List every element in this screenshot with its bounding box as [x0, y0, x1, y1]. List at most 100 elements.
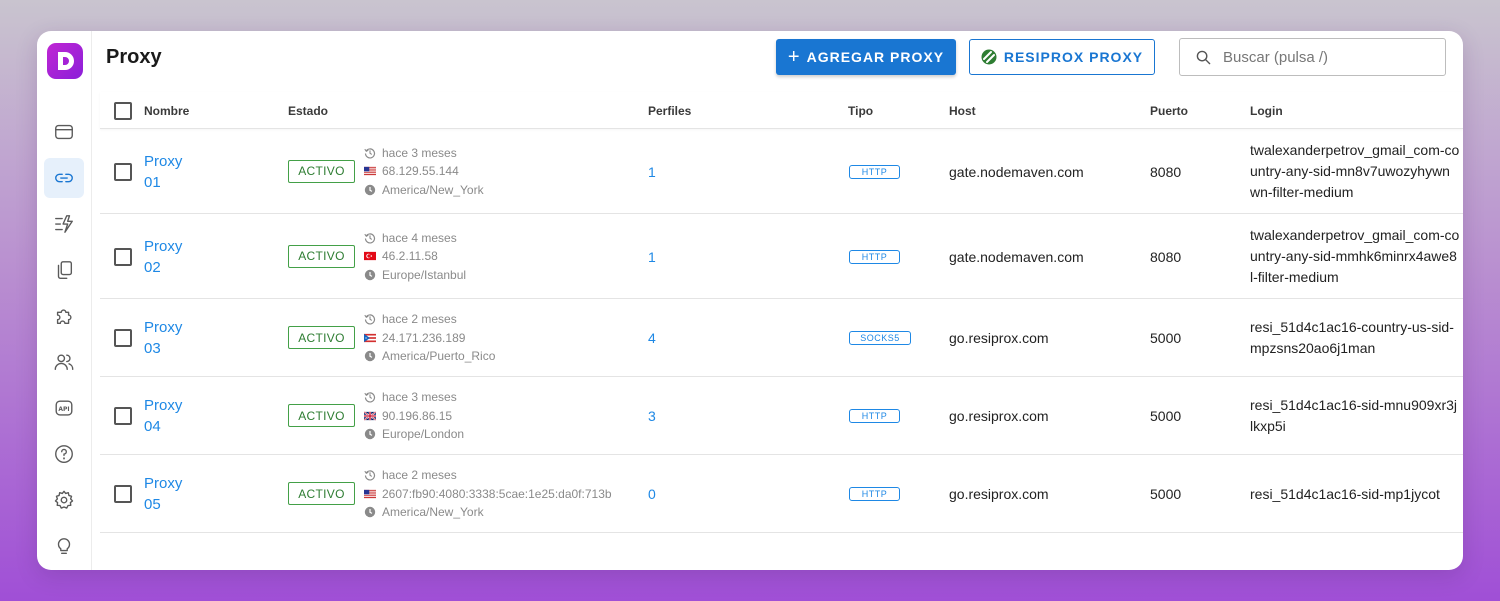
status-badge: ACTIVO — [288, 159, 355, 183]
ip-address: 2607:fb90:4080:3338:5cae:1e25:da0f:713b — [382, 486, 612, 501]
table-row[interactable]: Proxy 05 ACTIVO hace 2 meses 2607:fb90:4080:… — [100, 455, 1463, 533]
sidebar-item-copy[interactable] — [44, 250, 84, 290]
resiprox-proxy-button[interactable]: RESIPROX PROXY — [969, 39, 1155, 75]
clock-icon — [364, 429, 376, 440]
column-header-estado[interactable]: Estado — [288, 104, 328, 118]
column-header-login[interactable]: Login — [1250, 104, 1283, 118]
port-text: 5000 — [1150, 330, 1182, 346]
proxy-check-info: hace 3 meses 90.196.86.15 Europe/London — [364, 388, 464, 444]
timezone-text: America/Puerto_Rico — [382, 349, 496, 363]
port-text: 8080 — [1150, 248, 1182, 265]
search-input[interactable] — [1223, 48, 1423, 66]
login-text: resi_51d4c1ac16-sid-mp1jycot — [1250, 486, 1440, 502]
row-checkbox[interactable] — [114, 485, 132, 503]
timezone-text: America/New_York — [382, 182, 484, 197]
column-header-perfiles[interactable]: Perfiles — [648, 104, 691, 118]
page-title: Proxy — [106, 46, 162, 68]
proxy-name-link[interactable]: Proxy 05 — [144, 473, 182, 515]
automation-icon — [55, 215, 73, 233]
us-flag-icon — [364, 167, 376, 176]
host-text: go.resiprox.com — [949, 330, 1049, 346]
last-checked-text: hace 2 meses — [382, 312, 457, 326]
link-icon — [55, 173, 73, 183]
browser-window-icon — [55, 124, 73, 140]
column-header-puerto[interactable]: Puerto — [1150, 104, 1188, 118]
port-text: 5000 — [1150, 408, 1182, 424]
select-all-checkbox[interactable] — [114, 102, 132, 120]
puerto-rico-flag-icon — [364, 333, 376, 342]
proxy-type-badge: HTTP — [849, 409, 900, 423]
history-icon — [364, 233, 376, 244]
column-header-nombre[interactable]: Nombre — [144, 104, 189, 118]
table-row[interactable]: Proxy 02 ACTIVO hace 4 meses 46.2.11.58 Europ… — [100, 214, 1463, 299]
row-checkbox[interactable] — [114, 329, 132, 347]
uk-flag-icon — [364, 410, 376, 421]
login-text: resi_51d4c1ac16-country-us-sid-mpzsns20a… — [1250, 319, 1454, 356]
table-row[interactable]: Proxy 03 ACTIVO hace 2 meses 24.171.236.189 A… — [100, 299, 1463, 377]
settings-gear-icon — [54, 490, 74, 509]
profiles-count-link[interactable]: 1 — [648, 164, 656, 180]
sidebar-item-ideas[interactable] — [44, 526, 84, 566]
column-header-host[interactable]: Host — [949, 104, 976, 118]
status-badge: ACTIVO — [288, 404, 355, 427]
clock-icon — [364, 507, 376, 518]
proxy-name-link[interactable]: Proxy 02 — [144, 236, 182, 278]
proxy-check-info: hace 2 meses 24.171.236.189 America/Puerto… — [364, 310, 495, 366]
app-window: API Proxy + AGREGAR PROXY RESIPROX PROXY — [37, 31, 1463, 570]
proxy-name-line2: 02 — [144, 258, 161, 276]
profiles-count-link[interactable]: 0 — [648, 486, 656, 502]
proxy-name-line2: 03 — [144, 340, 161, 357]
sidebar-item-api[interactable]: API — [44, 388, 84, 428]
login-text: twalexanderpetrov_gmail_com-country-any-… — [1250, 142, 1460, 200]
history-icon — [364, 148, 376, 159]
table-row[interactable]: Proxy 04 ACTIVO hace 3 meses 90.196.86.15 Eur… — [100, 377, 1463, 455]
row-checkbox[interactable] — [114, 162, 132, 181]
app-logo[interactable] — [47, 43, 83, 79]
profiles-count-link[interactable]: 1 — [648, 249, 656, 265]
sidebar-item-team[interactable] — [44, 342, 84, 382]
sidebar-item-automation[interactable] — [44, 204, 84, 244]
clock-icon — [364, 184, 376, 195]
port-text: 8080 — [1150, 163, 1182, 180]
proxy-name-link[interactable]: Proxy 04 — [144, 395, 182, 437]
login-text: resi_51d4c1ac16-sid-mnu909xr3jlkxp5i — [1250, 397, 1458, 434]
sidebar-item-settings[interactable] — [44, 480, 84, 520]
proxy-name-link[interactable]: Proxy 01 — [144, 151, 182, 193]
sidebar-item-browsers[interactable] — [44, 112, 84, 152]
history-icon — [364, 314, 376, 325]
sidebar-item-help[interactable] — [44, 434, 84, 474]
history-icon — [364, 470, 376, 481]
proxy-check-info: hace 2 meses 2607:fb90:4080:3338:5cae:1e2… — [364, 466, 612, 522]
api-icon: API — [55, 400, 73, 416]
proxy-name-line1: Proxy — [144, 475, 183, 492]
svg-text:API: API — [58, 406, 69, 413]
row-checkbox[interactable] — [114, 247, 132, 266]
resiprox-proxy-label: RESIPROX PROXY — [1003, 49, 1144, 65]
status-badge: ACTIVO — [288, 326, 355, 349]
sidebar-item-proxy[interactable] — [44, 158, 84, 198]
row-checkbox[interactable] — [114, 407, 132, 425]
sidebar-item-extensions[interactable] — [44, 296, 84, 336]
proxy-type-badge: HTTP — [849, 249, 900, 264]
column-header-tipo[interactable]: Tipo — [848, 104, 873, 118]
last-checked-text: hace 2 meses — [382, 468, 457, 482]
resiprox-logo-icon — [981, 49, 997, 65]
proxy-name-line1: Proxy — [144, 152, 183, 170]
timezone-text: Europe/London — [382, 427, 465, 441]
sidebar: API — [37, 31, 92, 570]
profiles-count-link[interactable]: 4 — [648, 330, 656, 346]
table-row[interactable]: Proxy 01 ACTIVO hace 3 meses 68.129.55.144 Am… — [100, 129, 1463, 214]
ip-address: 90.196.86.15 — [382, 408, 453, 423]
profiles-count-link[interactable]: 3 — [648, 408, 656, 424]
proxy-check-info: hace 3 meses 68.129.55.144 America/New_Yor… — [364, 144, 484, 200]
puzzle-extension-icon — [56, 309, 72, 325]
last-checked-text: hace 3 meses — [382, 145, 457, 160]
proxy-name-line1: Proxy — [144, 237, 183, 255]
login-text: twalexanderpetrov_gmail_com-country-any-… — [1250, 227, 1460, 285]
add-proxy-button[interactable]: + AGREGAR PROXY — [776, 39, 956, 75]
proxy-name-link[interactable]: Proxy 03 — [144, 317, 182, 359]
turkey-flag-icon — [364, 252, 376, 261]
clock-icon — [364, 351, 376, 362]
search-box[interactable] — [1179, 38, 1446, 76]
port-text: 5000 — [1150, 486, 1182, 502]
